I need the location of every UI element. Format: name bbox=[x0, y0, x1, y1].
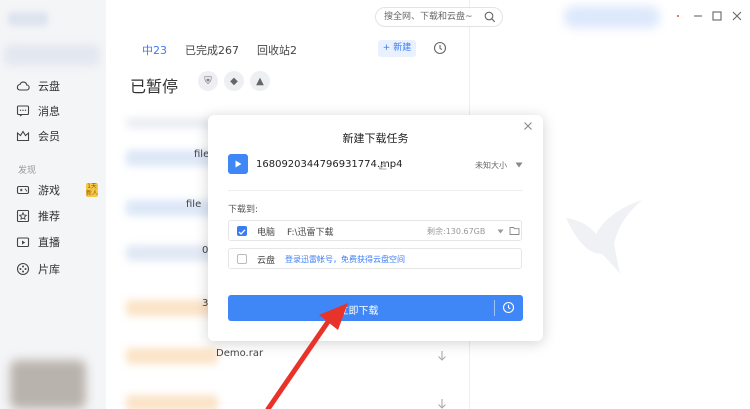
list-header bbox=[126, 118, 218, 128]
page-title: 已暂停 bbox=[130, 77, 179, 96]
message-icon bbox=[16, 105, 30, 117]
search-placeholder: 搜全网、下载和云盘~ bbox=[384, 12, 473, 22]
save-to-computer-option[interactable]: 电脑 F:\迅雷下载 剩余:130.67GB bbox=[228, 220, 522, 241]
gamepad-icon bbox=[16, 185, 30, 195]
sidebar-item-messages[interactable]: 消息 bbox=[16, 101, 60, 121]
sidebar-item-label: 云盘 bbox=[38, 80, 60, 93]
save-path[interactable]: F:\迅雷下载 bbox=[287, 225, 334, 238]
recommend-icon bbox=[16, 209, 30, 223]
pin-icon[interactable] bbox=[672, 10, 684, 22]
cloud-label: 云盘 bbox=[257, 256, 276, 266]
sidebar-item-live[interactable]: 直播 bbox=[16, 232, 60, 252]
vip-icon bbox=[16, 130, 30, 142]
minimize-icon[interactable] bbox=[692, 10, 704, 22]
dialog-title: 新建下载任务 bbox=[342, 132, 409, 145]
sidebar-item-label: 片库 bbox=[38, 263, 60, 276]
chevron-down-icon[interactable] bbox=[515, 162, 523, 168]
sidebar: 云盘 消息 会员 发现 游戏 1天 新人 推荐 直播 片库 bbox=[0, 0, 106, 409]
cloud-checkbox[interactable] bbox=[237, 254, 247, 264]
new-download-dialog: 新建下载任务 1680920344796931774.mp4 未知大小 下载到:… bbox=[208, 115, 543, 341]
app-logo bbox=[8, 12, 48, 26]
live-icon bbox=[16, 237, 30, 248]
arrow-down-icon[interactable] bbox=[436, 350, 448, 362]
arrow-down-icon[interactable] bbox=[436, 398, 448, 409]
close-icon[interactable] bbox=[731, 10, 743, 22]
download-now-label: 立即下载 bbox=[338, 306, 379, 317]
sidebar-item-label: 消息 bbox=[38, 105, 60, 118]
chevron-down-icon[interactable] bbox=[497, 229, 504, 234]
file-size: 未知大小 bbox=[475, 161, 507, 170]
sidebar-item-label: 会员 bbox=[38, 130, 60, 143]
row-name-fragment: Demo.rar bbox=[216, 348, 264, 359]
save-to-cloud-option[interactable]: 云盘 登录迅雷帐号，免费获得云盘空间 bbox=[228, 248, 522, 269]
history-icon[interactable] bbox=[433, 41, 447, 55]
download-tabs: 中23 已完成267 回收站2 bbox=[142, 42, 297, 58]
login-cloud-link[interactable]: 登录迅雷帐号，免费获得云盘空间 bbox=[285, 254, 405, 265]
list-item[interactable] bbox=[126, 348, 218, 364]
sidebar-item-label: 推荐 bbox=[38, 210, 60, 223]
shield-icon[interactable]: ⛨ bbox=[198, 71, 218, 91]
divider bbox=[228, 190, 523, 191]
download-to-label: 下载到: bbox=[228, 205, 259, 215]
maximize-icon[interactable] bbox=[711, 10, 723, 22]
search-icon[interactable] bbox=[484, 11, 496, 23]
row-name-fragment: file bbox=[186, 199, 202, 210]
user-account[interactable] bbox=[564, 6, 660, 28]
free-space: 剩余:130.67GB bbox=[427, 227, 486, 236]
diamond-icon[interactable]: ◆ bbox=[224, 71, 244, 91]
computer-checkbox[interactable] bbox=[237, 226, 247, 236]
new-user-badge: 1天 新人 bbox=[86, 183, 99, 197]
sidebar-item-label: 直播 bbox=[38, 236, 60, 249]
avatar[interactable] bbox=[10, 360, 86, 409]
sidebar-section-discover: 发现 bbox=[18, 166, 37, 176]
new-task-button[interactable]: + 新建 bbox=[378, 40, 416, 57]
cloud-icon bbox=[16, 81, 30, 91]
sidebar-item-film-library[interactable]: 片库 bbox=[16, 259, 60, 279]
sidebar-item-recommend[interactable]: 推荐 bbox=[16, 206, 60, 226]
schedule-icon[interactable] bbox=[502, 301, 515, 314]
status-icons: ⛨ ◆ ▲ bbox=[198, 71, 270, 91]
folder-icon[interactable] bbox=[509, 225, 520, 236]
list-item[interactable] bbox=[126, 395, 218, 409]
tab-downloading[interactable]: 中23 bbox=[142, 42, 167, 58]
thunder-bird-logo bbox=[566, 200, 642, 274]
close-icon[interactable] bbox=[523, 121, 533, 131]
film-icon bbox=[16, 262, 30, 276]
tab-completed[interactable]: 已完成267 bbox=[185, 42, 239, 58]
video-file-icon bbox=[228, 154, 248, 174]
sidebar-item-cloud[interactable]: 云盘 bbox=[16, 76, 60, 96]
sidebar-item-games[interactable]: 游戏 bbox=[16, 180, 60, 200]
sidebar-item-vip[interactable]: 会员 bbox=[16, 126, 60, 146]
tab-recycle-bin[interactable]: 回收站2 bbox=[257, 42, 297, 58]
button-divider bbox=[494, 300, 495, 316]
row-name-fragment: file bbox=[194, 149, 210, 160]
rocket-icon[interactable]: ▲ bbox=[250, 71, 270, 91]
search-input[interactable]: 搜全网、下载和云盘~ bbox=[375, 7, 503, 27]
edit-icon[interactable] bbox=[378, 160, 388, 170]
profile-area[interactable] bbox=[4, 44, 100, 66]
sidebar-item-label: 游戏 bbox=[38, 184, 60, 197]
computer-label: 电脑 bbox=[257, 228, 276, 238]
list-item[interactable] bbox=[126, 200, 218, 216]
download-now-button[interactable]: 立即下载 bbox=[228, 295, 523, 321]
